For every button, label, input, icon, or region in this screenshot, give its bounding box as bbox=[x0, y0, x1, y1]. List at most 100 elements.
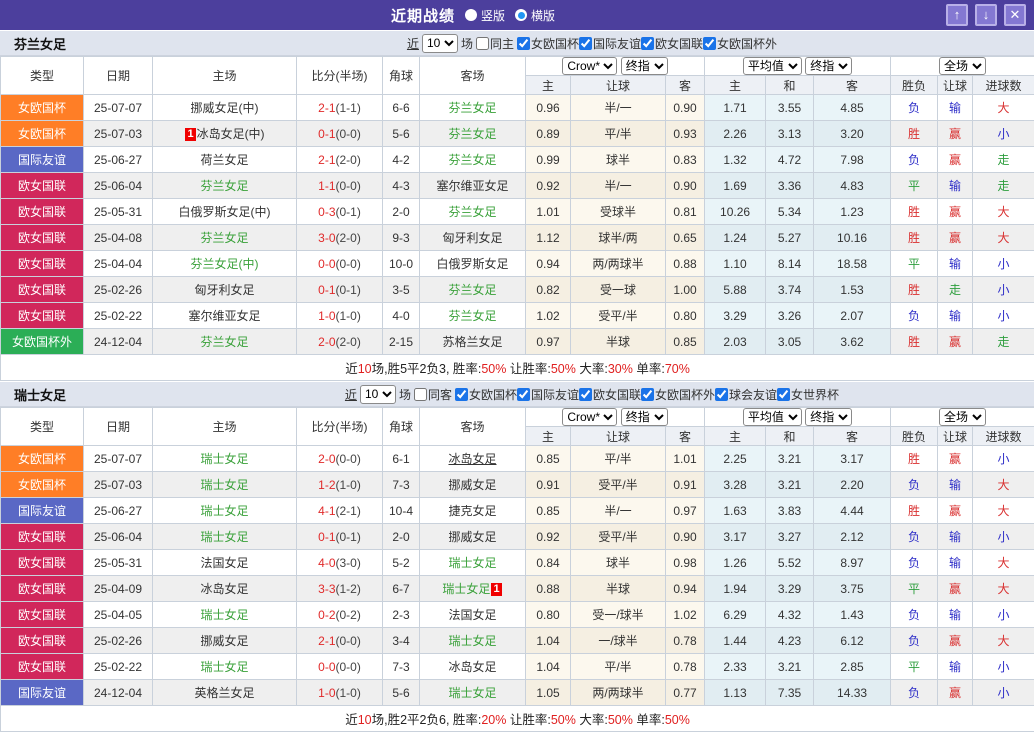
filter-checkbox[interactable]: 国际友谊 bbox=[579, 35, 641, 52]
team-link[interactable]: 匈牙利女足 bbox=[194, 283, 254, 297]
filter-checkbox[interactable]: 欧女国联 bbox=[579, 386, 641, 403]
avg-odds-draw: 3.74 bbox=[765, 276, 815, 303]
bookmaker-select[interactable]: Crow* bbox=[562, 408, 618, 426]
col-header-corner: 角球 bbox=[382, 407, 420, 446]
near-link[interactable]: 近 bbox=[407, 35, 419, 52]
focus-team-link[interactable]: 瑞士女足 bbox=[200, 452, 248, 466]
avg-odds-home: 1.24 bbox=[704, 224, 767, 251]
focus-team-link[interactable]: 芬兰女足 bbox=[200, 231, 248, 245]
scroll-down-button[interactable]: ↓ bbox=[975, 4, 997, 26]
focus-team-link[interactable]: 瑞士女足 bbox=[442, 582, 490, 596]
filter-checkbox[interactable]: 女欧国杯 bbox=[454, 386, 517, 403]
radio-button-icon[interactable] bbox=[464, 9, 477, 21]
team-link[interactable]: 冰岛女足 bbox=[200, 582, 248, 596]
average-select[interactable]: 平均值 bbox=[742, 57, 802, 75]
team-link[interactable]: 法国女足 bbox=[200, 556, 248, 570]
focus-team-link[interactable]: 瑞士女足 bbox=[200, 660, 248, 674]
filter-checkbox[interactable]: 女欧国杯外 bbox=[703, 35, 777, 52]
filter-checkbox[interactable]: 球会友谊 bbox=[715, 386, 777, 403]
filter-checkbox-input[interactable] bbox=[454, 387, 468, 401]
match-row: 女欧国杯 25-07-07 挪威女足(中) 2-1(1-1) 6-6 芬兰女足 0.96 半/… bbox=[0, 94, 1034, 121]
same-venue-checkbox-input[interactable] bbox=[413, 387, 427, 401]
col-header-avg-draw: 和 bbox=[765, 426, 815, 446]
match-count-select[interactable]: 10 bbox=[359, 384, 396, 404]
focus-team-link[interactable]: 芬兰女足 bbox=[448, 153, 496, 167]
handicap-result: 赢 bbox=[937, 445, 974, 472]
team-link[interactable]: 苏格兰女足 bbox=[442, 335, 502, 349]
filter-checkbox-input[interactable] bbox=[777, 387, 791, 401]
competition-badge: 国际友谊 bbox=[0, 146, 84, 173]
filter-checkbox[interactable]: 女世界杯 bbox=[777, 386, 839, 403]
final-odds-select[interactable]: 终指 bbox=[620, 57, 668, 75]
filter-checkbox-input[interactable] bbox=[516, 36, 530, 50]
focus-team-link[interactable]: 芬兰女足 bbox=[448, 101, 496, 115]
scope-select[interactable]: 全场 bbox=[939, 57, 987, 75]
radio-button-selected-icon[interactable] bbox=[515, 9, 527, 21]
filter-checkbox-input[interactable] bbox=[641, 387, 655, 401]
team-link[interactable]: 白俄罗斯女足 bbox=[436, 257, 508, 271]
team-link[interactable]: 冰岛女足(中) bbox=[197, 127, 265, 141]
summary-stat-value: 10 bbox=[357, 362, 372, 376]
team-link[interactable]: 挪威女足 bbox=[448, 478, 496, 492]
close-button[interactable]: ✕ bbox=[1004, 4, 1026, 26]
team-link[interactable]: 挪威女足(中) bbox=[191, 101, 259, 115]
match-count-select[interactable]: 10 bbox=[421, 33, 458, 53]
team-link[interactable]: 挪威女足 bbox=[200, 634, 248, 648]
focus-team-link[interactable]: 芬兰女足 bbox=[448, 127, 496, 141]
competition-badge: 女欧国杯外 bbox=[0, 328, 84, 355]
filter-checkbox-input[interactable] bbox=[579, 387, 592, 401]
same-venue-checkbox[interactable]: 同客 bbox=[413, 386, 452, 403]
focus-team-link[interactable]: 瑞士女足 bbox=[200, 530, 248, 544]
focus-team-link[interactable]: 瑞士女足 bbox=[448, 556, 496, 570]
layout-radio-horizontal[interactable]: 横版 bbox=[515, 7, 555, 24]
team-link[interactable]: 英格兰女足 bbox=[194, 686, 254, 700]
final-odds-select[interactable]: 终指 bbox=[620, 408, 668, 426]
same-venue-checkbox-input[interactable] bbox=[475, 36, 489, 50]
filter-checkbox-input[interactable] bbox=[703, 36, 717, 50]
team-link[interactable]: 塞尔维亚女足 bbox=[436, 179, 508, 193]
team-link[interactable]: 冰岛女足 bbox=[448, 660, 496, 674]
average-select[interactable]: 平均值 bbox=[742, 408, 802, 426]
focus-team-link[interactable]: 芬兰女足 bbox=[200, 335, 248, 349]
filter-checkbox-input[interactable] bbox=[579, 36, 592, 50]
filter-label: 女世界杯 bbox=[791, 387, 840, 402]
filter-checkbox[interactable]: 女欧国杯外 bbox=[641, 386, 715, 403]
final-odds-select-2[interactable]: 终指 bbox=[805, 408, 853, 426]
focus-team-link[interactable]: 芬兰女足 bbox=[448, 309, 496, 323]
bookmaker-select[interactable]: Crow* bbox=[562, 57, 618, 75]
filter-checkbox[interactable]: 国际友谊 bbox=[516, 386, 579, 403]
focus-team-link[interactable]: 芬兰女足 bbox=[448, 205, 496, 219]
team-link[interactable]: 冰岛女足 bbox=[448, 452, 496, 466]
focus-team-link[interactable]: 瑞士女足 bbox=[200, 608, 248, 622]
focus-team-link[interactable]: 芬兰女足 bbox=[448, 283, 496, 297]
near-link[interactable]: 近 bbox=[345, 386, 357, 403]
focus-team-link[interactable]: 瑞士女足 bbox=[448, 634, 496, 648]
team-name: 芬兰女足 bbox=[14, 36, 67, 52]
fulltime-score: 1-0 bbox=[318, 308, 336, 323]
filter-checkbox[interactable]: 女欧国杯 bbox=[516, 35, 579, 52]
corner-count: 2-0 bbox=[382, 198, 420, 225]
team-link[interactable]: 白俄罗斯女足(中) bbox=[179, 205, 271, 219]
focus-team-link[interactable]: 瑞士女足 bbox=[448, 686, 496, 700]
final-odds-select-2[interactable]: 终指 bbox=[805, 57, 853, 75]
team-link[interactable]: 塞尔维亚女足 bbox=[188, 309, 260, 323]
avg-odds-home: 1.26 bbox=[704, 549, 767, 576]
filter-checkbox[interactable]: 欧女国联 bbox=[641, 35, 703, 52]
team-link[interactable]: 荷兰女足 bbox=[200, 153, 248, 167]
focus-team-link[interactable]: 芬兰女足(中) bbox=[191, 257, 259, 271]
layout-radio-vertical[interactable]: 竖版 bbox=[464, 7, 505, 24]
filter-checkbox-input[interactable] bbox=[516, 387, 530, 401]
focus-team-link[interactable]: 瑞士女足 bbox=[200, 504, 248, 518]
team-link[interactable]: 挪威女足 bbox=[448, 530, 496, 544]
team-link[interactable]: 法国女足 bbox=[448, 608, 496, 622]
focus-team-link[interactable]: 瑞士女足 bbox=[200, 478, 248, 492]
scroll-up-button[interactable]: ↑ bbox=[946, 4, 968, 26]
avg-odds-home: 1.44 bbox=[704, 627, 767, 654]
filter-checkbox-input[interactable] bbox=[715, 387, 729, 401]
filter-checkbox-input[interactable] bbox=[641, 36, 655, 50]
scope-select[interactable]: 全场 bbox=[939, 408, 987, 426]
team-link[interactable]: 捷克女足 bbox=[448, 504, 496, 518]
focus-team-link[interactable]: 芬兰女足 bbox=[200, 179, 248, 193]
team-link[interactable]: 匈牙利女足 bbox=[442, 231, 502, 245]
same-venue-checkbox[interactable]: 同主 bbox=[475, 35, 514, 52]
